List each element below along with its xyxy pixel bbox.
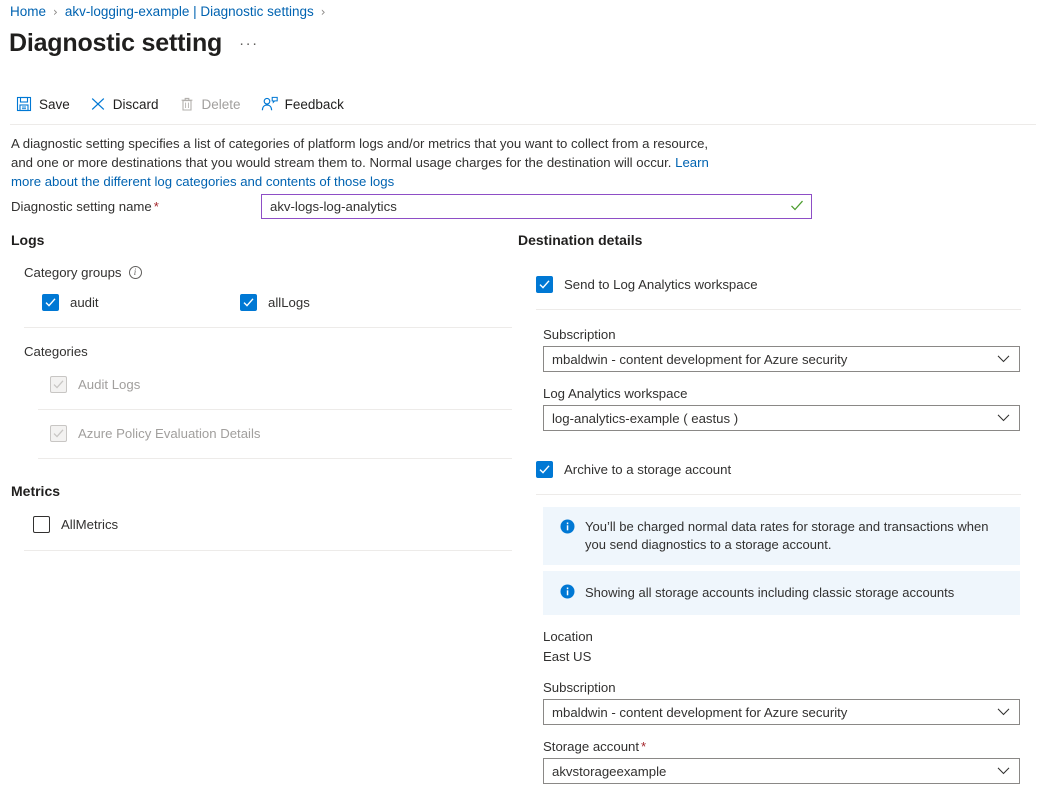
- checkbox-label-alllogs[interactable]: allLogs: [268, 295, 310, 310]
- diagnostic-setting-name-label: Diagnostic setting name*: [11, 199, 261, 214]
- checkbox-archive-to-storage[interactable]: [536, 461, 553, 478]
- category-groups-list: audit allLogs: [42, 294, 516, 311]
- info-icon: [560, 519, 575, 554]
- storage-location-label: Location: [543, 629, 1046, 644]
- checkbox-row-audit-logs: Audit Logs: [50, 376, 516, 393]
- category-groups-label-row: Category groups i: [24, 265, 516, 280]
- command-bar: Save Discard Delete: [12, 92, 360, 116]
- feedback-button-label: Feedback: [285, 97, 344, 112]
- info-icon[interactable]: i: [129, 266, 142, 279]
- chevron-down-icon: [997, 705, 1010, 720]
- close-icon: [90, 96, 106, 112]
- required-marker: *: [641, 739, 646, 754]
- metrics-divider: [24, 550, 512, 551]
- storage-divider: [536, 494, 1021, 495]
- checkbox-audit-logs: [50, 376, 67, 393]
- checkbox-row-audit[interactable]: audit: [42, 294, 240, 311]
- storage-subscription-select[interactable]: mbaldwin - content development for Azure…: [543, 699, 1020, 725]
- checkbox-row-azure-policy-evaluation-details: Azure Policy Evaluation Details: [50, 425, 516, 442]
- breadcrumb-item-resource[interactable]: akv-logging-example | Diagnostic setting…: [65, 4, 314, 19]
- diagnostic-setting-name-input[interactable]: [261, 194, 812, 219]
- storage-accounts-banner-text: Showing all storage accounts including c…: [585, 584, 954, 602]
- chevron-down-icon: [997, 352, 1010, 367]
- log-analytics-subscription-select[interactable]: mbaldwin - content development for Azure…: [543, 346, 1020, 372]
- checkbox-audit[interactable]: [42, 294, 59, 311]
- info-icon: [560, 584, 575, 602]
- log-analytics-subscription-label: Subscription: [543, 327, 1046, 342]
- required-marker: *: [154, 199, 159, 214]
- page-title-row: Diagnostic setting ···: [9, 30, 259, 58]
- storage-account-field: Storage account* akvstorageexample: [543, 739, 1046, 784]
- page-title: Diagnostic setting: [9, 30, 222, 58]
- metrics-section-title: Metrics: [11, 483, 516, 499]
- categories-divider-2: [38, 458, 512, 459]
- checkbox-label-azure-policy-evaluation-details: Azure Policy Evaluation Details: [78, 426, 261, 441]
- discard-button-label: Discard: [113, 97, 159, 112]
- log-analytics-workspace-value: log-analytics-example ( eastus ): [552, 411, 738, 426]
- log-analytics-subscription-field: Subscription mbaldwin - content developm…: [543, 327, 1046, 372]
- diagnostic-setting-name-row: Diagnostic setting name*: [11, 194, 812, 219]
- checkbox-alllogs[interactable]: [240, 294, 257, 311]
- log-analytics-divider: [536, 309, 1021, 310]
- storage-charges-banner: You’ll be charged normal data rates for …: [543, 507, 1020, 565]
- storage-location-value: East US: [543, 649, 1046, 664]
- breadcrumb-separator-icon: ›: [321, 5, 326, 19]
- storage-subscription-label: Subscription: [543, 680, 1046, 695]
- breadcrumb-separator-icon: ›: [53, 5, 58, 19]
- command-bar-divider: [10, 124, 1036, 125]
- page-description-text: A diagnostic setting specifies a list of…: [11, 136, 708, 170]
- log-analytics-workspace-label: Log Analytics workspace: [543, 386, 1046, 401]
- log-analytics-workspace-field: Log Analytics workspace log-analytics-ex…: [543, 386, 1046, 431]
- storage-location-field: Location East US: [543, 629, 1046, 664]
- save-button[interactable]: Save: [12, 92, 80, 116]
- categories-label: Categories: [24, 344, 88, 359]
- storage-accounts-banner: Showing all storage accounts including c…: [543, 571, 1020, 615]
- storage-account-label-text: Storage account: [543, 739, 639, 754]
- category-groups-label: Category groups: [24, 265, 122, 280]
- checkbox-label-audit-logs: Audit Logs: [78, 377, 140, 392]
- checkbox-azure-policy-evaluation-details: [50, 425, 67, 442]
- categories-label-row: Categories: [24, 344, 516, 359]
- checkbox-send-to-log-analytics[interactable]: [536, 276, 553, 293]
- checkbox-label-audit[interactable]: audit: [70, 295, 99, 310]
- storage-charges-banner-text: You’ll be charged normal data rates for …: [585, 518, 1006, 554]
- chevron-down-icon: [997, 411, 1010, 426]
- checkbox-label-archive-to-storage[interactable]: Archive to a storage account: [564, 462, 731, 477]
- chevron-down-icon: [997, 764, 1010, 779]
- storage-subscription-value: mbaldwin - content development for Azure…: [552, 705, 847, 720]
- breadcrumb: Home › akv-logging-example | Diagnostic …: [10, 4, 333, 19]
- log-analytics-subscription-value: mbaldwin - content development for Azure…: [552, 352, 847, 367]
- log-analytics-workspace-select[interactable]: log-analytics-example ( eastus ): [543, 405, 1020, 431]
- storage-account-select[interactable]: akvstorageexample: [543, 758, 1020, 784]
- category-groups-divider: [24, 327, 512, 328]
- checkbox-label-send-to-log-analytics[interactable]: Send to Log Analytics workspace: [564, 277, 758, 292]
- discard-button[interactable]: Discard: [86, 92, 169, 116]
- storage-subscription-field: Subscription mbaldwin - content developm…: [543, 680, 1046, 725]
- storage-account-value: akvstorageexample: [552, 764, 666, 779]
- feedback-person-icon: [261, 96, 278, 112]
- logs-section-title: Logs: [11, 232, 516, 248]
- checkbox-row-archive-to-storage[interactable]: Archive to a storage account: [536, 461, 1046, 478]
- checkbox-row-alllogs[interactable]: allLogs: [240, 294, 310, 311]
- logs-column: Logs Category groups i audit allLogs Cat…: [0, 232, 516, 551]
- trash-icon: [179, 96, 195, 112]
- checkbox-allmetrics[interactable]: [33, 516, 50, 533]
- destination-details-title: Destination details: [518, 232, 1046, 248]
- feedback-button[interactable]: Feedback: [257, 92, 354, 116]
- checkbox-label-allmetrics[interactable]: AllMetrics: [61, 517, 118, 532]
- destination-details-column: Destination details Send to Log Analytic…: [518, 232, 1046, 784]
- delete-button: Delete: [175, 92, 251, 116]
- storage-account-label: Storage account*: [543, 739, 1046, 754]
- categories-divider-1: [38, 409, 512, 410]
- delete-button-label: Delete: [202, 97, 241, 112]
- breadcrumb-item-home[interactable]: Home: [10, 4, 46, 19]
- save-icon: [16, 96, 32, 112]
- page-description: A diagnostic setting specifies a list of…: [11, 134, 711, 191]
- checkbox-row-allmetrics[interactable]: AllMetrics: [33, 516, 516, 533]
- save-button-label: Save: [39, 97, 70, 112]
- more-options-icon[interactable]: ···: [239, 35, 259, 52]
- checkbox-row-send-to-log-analytics[interactable]: Send to Log Analytics workspace: [536, 276, 1046, 293]
- diagnostic-setting-name-input-wrap: [261, 194, 812, 219]
- diagnostic-setting-name-label-text: Diagnostic setting name: [11, 199, 152, 214]
